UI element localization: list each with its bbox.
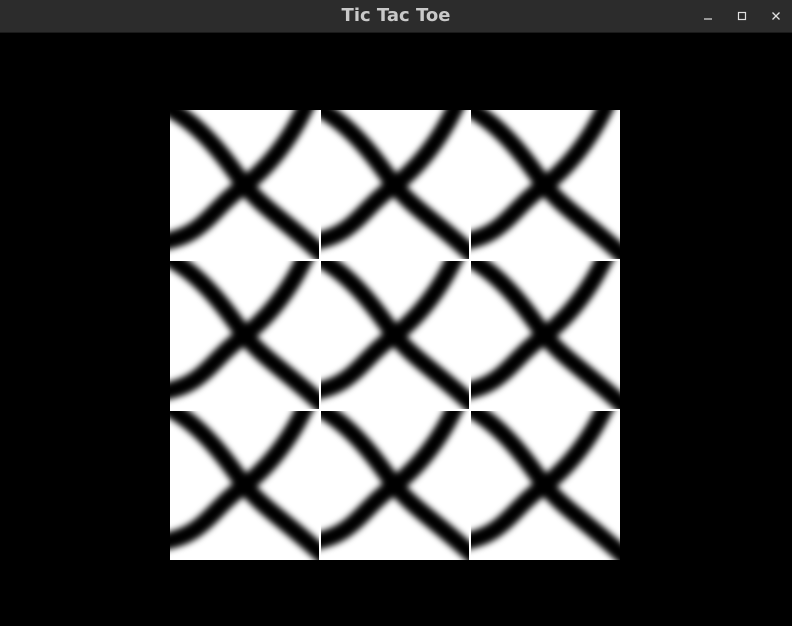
game-board bbox=[170, 110, 620, 560]
grid-lines bbox=[170, 110, 620, 560]
minimize-icon bbox=[704, 18, 712, 20]
title-bar[interactable]: Tic Tac Toe bbox=[0, 0, 792, 33]
close-button[interactable] bbox=[765, 5, 787, 27]
app-window: Tic Tac Toe bbox=[0, 0, 792, 626]
game-canvas bbox=[0, 34, 792, 626]
close-icon bbox=[772, 12, 780, 20]
maximize-button[interactable] bbox=[731, 5, 753, 27]
maximize-icon bbox=[737, 11, 747, 21]
window-title: Tic Tac Toe bbox=[341, 5, 451, 26]
minimize-button[interactable] bbox=[697, 5, 719, 27]
